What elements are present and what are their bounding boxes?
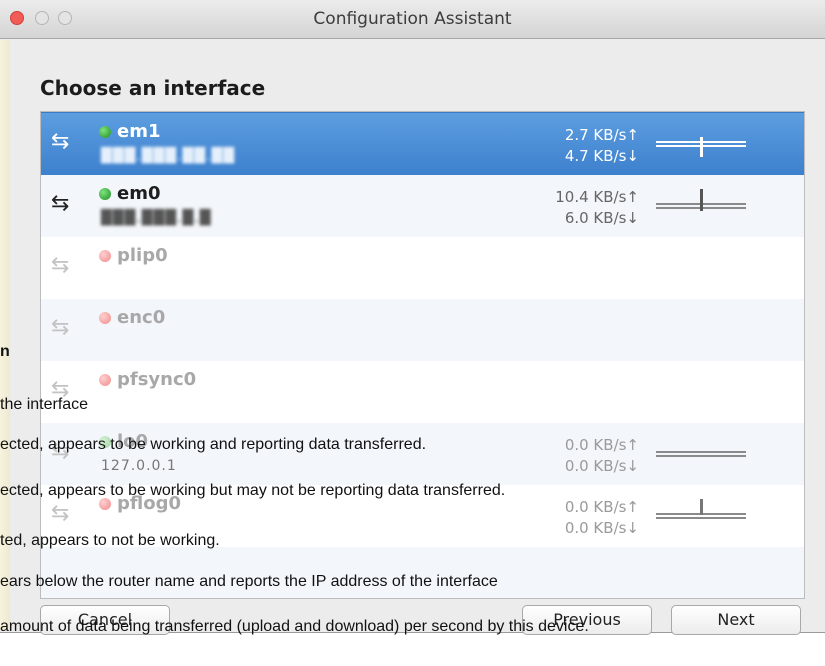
- interface-ip: 127.0.0.1: [101, 458, 177, 474]
- status-red-icon: [99, 312, 111, 324]
- interface-name: pfsync0: [117, 369, 197, 390]
- traffic-sparkline: [656, 189, 746, 213]
- transfer-arrows-icon: ⇆: [51, 253, 70, 278]
- interface-ip: ███.███.██.██: [101, 148, 236, 164]
- traffic-sparkline: [656, 137, 746, 157]
- interface-name: em1: [117, 121, 161, 142]
- title-bar: Configuration Assistant: [0, 0, 825, 39]
- help-text-line: the interface: [0, 396, 89, 413]
- help-text-line: amount of data being transferred (upload…: [0, 618, 589, 635]
- help-text-line: ears below the router name and reports t…: [0, 573, 498, 590]
- download-rate: 0.0 KB/s↓: [564, 519, 639, 537]
- help-text-heading: n: [0, 343, 10, 360]
- interface-row-em0[interactable]: ⇆ em0 ███.███.█.█ 10.4 KB/s↑ 6.0 KB/s↓: [41, 175, 804, 237]
- upload-rate: 10.4 KB/s↑: [555, 188, 639, 206]
- status-red-icon: [99, 250, 111, 262]
- interface-row-plip0[interactable]: ⇆ plip0: [41, 237, 804, 299]
- interface-row-em1[interactable]: ⇆ em1 ███.███.██.██ 2.7 KB/s↑ 4.7 KB/s↓: [41, 112, 804, 175]
- status-green-icon: [99, 188, 111, 200]
- interface-name: plip0: [117, 245, 168, 266]
- window-title: Configuration Assistant: [313, 9, 512, 29]
- interface-row-pfsync0[interactable]: ⇆ pfsync0: [41, 361, 804, 423]
- interface-row-enc0[interactable]: ⇆ enc0: [41, 299, 804, 361]
- help-text-line: ected, appears to be working and reporti…: [0, 436, 427, 453]
- upload-rate: 2.7 KB/s↑: [564, 126, 639, 144]
- traffic-sparkline: [656, 499, 746, 523]
- interface-name: enc0: [117, 307, 166, 328]
- upload-rate: 0.0 KB/s↑: [564, 498, 639, 516]
- page-heading: Choose an interface: [40, 76, 266, 100]
- download-rate: 0.0 KB/s↓: [564, 457, 639, 475]
- transfer-arrows-icon: ⇆: [51, 501, 70, 526]
- interface-row-lo0[interactable]: ⇆ lo0 127.0.0.1 0.0 KB/s↑ 0.0 KB/s↓: [41, 423, 804, 485]
- transfer-arrows-icon: ⇆: [51, 191, 70, 216]
- interface-list[interactable]: ⇆ em1 ███.███.██.██ 2.7 KB/s↑ 4.7 KB/s↓ …: [40, 111, 805, 599]
- transfer-arrows-icon: ⇆: [51, 129, 70, 154]
- transfer-arrows-icon: ⇆: [51, 315, 70, 340]
- status-red-icon: [99, 374, 111, 386]
- interface-ip: ███.███.█.█: [101, 210, 212, 226]
- upload-rate: 0.0 KB/s↑: [564, 436, 639, 454]
- interface-name: em0: [117, 183, 161, 204]
- download-rate: 4.7 KB/s↓: [564, 147, 639, 165]
- help-text-line: ted, appears to not be working.: [0, 532, 220, 549]
- help-text-line: ected, appears to be working but may not…: [0, 482, 506, 499]
- next-button[interactable]: Next: [671, 605, 801, 635]
- status-green-icon: [99, 126, 111, 138]
- traffic-sparkline: [656, 451, 746, 461]
- download-rate: 6.0 KB/s↓: [564, 209, 639, 227]
